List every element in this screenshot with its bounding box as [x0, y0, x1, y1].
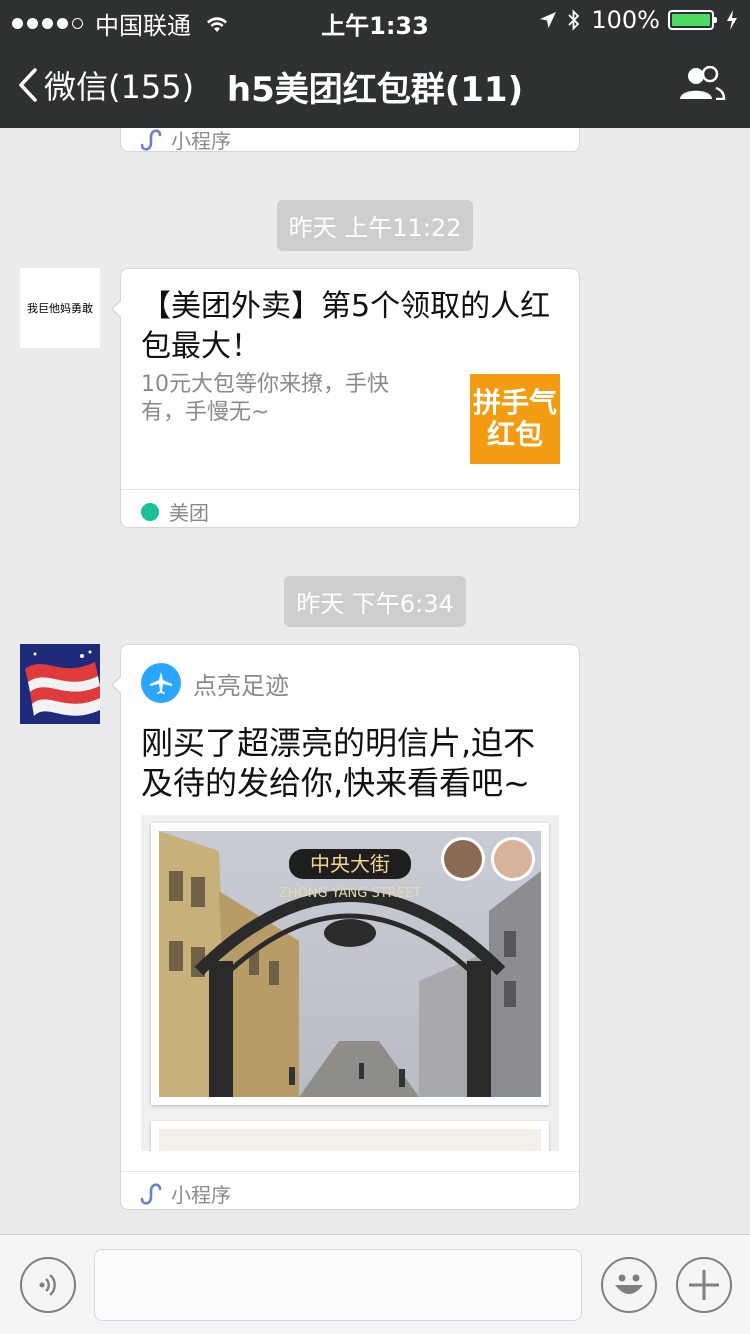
bubble-tail	[111, 299, 122, 319]
postcard-back	[151, 1121, 549, 1151]
miniprogram-footer: 小程序	[139, 1179, 231, 1208]
voice-icon	[39, 1274, 56, 1296]
miniprogram-label: 小程序	[171, 1183, 231, 1207]
meituan-logo-icon	[141, 502, 159, 521]
meituan-share-card[interactable]: 【美团外卖】第5个领取的人红包最大！ 10元大包等你来撩，手快有，手慢无~ 拼手…	[111, 268, 580, 528]
avatar[interactable]	[20, 644, 100, 724]
postcard-back-inner	[159, 1129, 541, 1151]
card-divider	[121, 489, 579, 490]
emoji-button[interactable]	[601, 1257, 657, 1313]
battery-fill	[672, 14, 710, 26]
charging-icon	[727, 10, 737, 30]
bluetooth-icon	[568, 9, 580, 31]
card-title: 【美团外卖】第5个领取的人红包最大！	[141, 289, 551, 364]
thumb-text-line1: 拼手气	[472, 386, 557, 419]
plus-icon	[689, 1270, 719, 1300]
thumb-text-line2: 红包	[486, 418, 543, 451]
chat-area[interactable]: 小程序 昨天 上午11:22 我巨他妈勇敢 【美团外卖】第5个领取的人红包最大！…	[0, 128, 750, 1234]
gate-subtext: ZHONG YANG STREET	[279, 886, 421, 901]
street-gate-photo: 中央大街 ZHONG YANG STREET	[159, 831, 541, 1097]
nav-bar: 微信(155) h5美团红包群(11)	[0, 40, 750, 128]
gate-sign-text: 中央大街	[310, 852, 390, 876]
timestamp: 昨天 上午11:22	[0, 200, 750, 251]
flag-avatar	[20, 644, 100, 724]
card-text: 刚买了超漂亮的明信片,迫不及待的发给你,快来看看吧~	[141, 724, 536, 802]
input-bar	[0, 1234, 750, 1334]
timestamp: 昨天 下午6:34	[0, 576, 750, 627]
card-source: 美团	[141, 497, 209, 526]
battery-percent: 100%	[591, 6, 660, 34]
status-bar: 中国联通 上午1:33 100%	[0, 0, 750, 40]
status-right: 100%	[539, 6, 738, 34]
location-icon	[540, 12, 557, 28]
postcard-share-card[interactable]: 点亮足迹 刚买了超漂亮的明信片,迫不及待的发给你,快来看看吧~ 中央大街 ZHO…	[111, 644, 580, 1210]
bubble-tail	[111, 675, 122, 695]
app-name: 点亮足迹	[193, 671, 289, 700]
message-input[interactable]	[94, 1249, 582, 1321]
header: 中国联通 上午1:33 100% 微信(155) h5美团红包群(11)	[0, 0, 750, 128]
card-description: 10元大包等你来撩，手快有，手慢无~	[141, 372, 389, 425]
timestamp-label: 昨天 下午6:34	[284, 576, 466, 627]
postcard-preview: 中央大街 ZHONG YANG STREET	[141, 815, 559, 1151]
voice-button[interactable]	[20, 1257, 76, 1313]
miniprogram-icon	[140, 1182, 162, 1205]
source-label: 美团	[169, 501, 209, 525]
battery-icon	[668, 10, 717, 30]
emoji-icon	[615, 1274, 643, 1294]
avatar[interactable]: 我巨他妈勇敢	[20, 268, 100, 348]
miniprogram-header: 点亮足迹	[141, 663, 289, 703]
message-card-partial[interactable]: 小程序	[120, 128, 580, 154]
avatar-text: 我巨他妈勇敢	[27, 302, 93, 315]
miniprogram-footer: 小程序	[139, 128, 231, 154]
miniprogram-label: 小程序	[171, 129, 231, 153]
card-divider	[121, 1171, 579, 1172]
plus-button[interactable]	[676, 1257, 732, 1313]
red-packet-thumbnail: 拼手气 红包	[470, 374, 560, 464]
plane-icon	[141, 663, 181, 703]
page-title: h5美团红包群(11)	[226, 70, 524, 110]
postcard-image-frame: 中央大街 ZHONG YANG STREET	[151, 823, 549, 1105]
group-members-icon[interactable]	[678, 65, 726, 104]
miniprogram-icon	[140, 128, 162, 151]
timestamp-label: 昨天 上午11:22	[276, 200, 474, 251]
